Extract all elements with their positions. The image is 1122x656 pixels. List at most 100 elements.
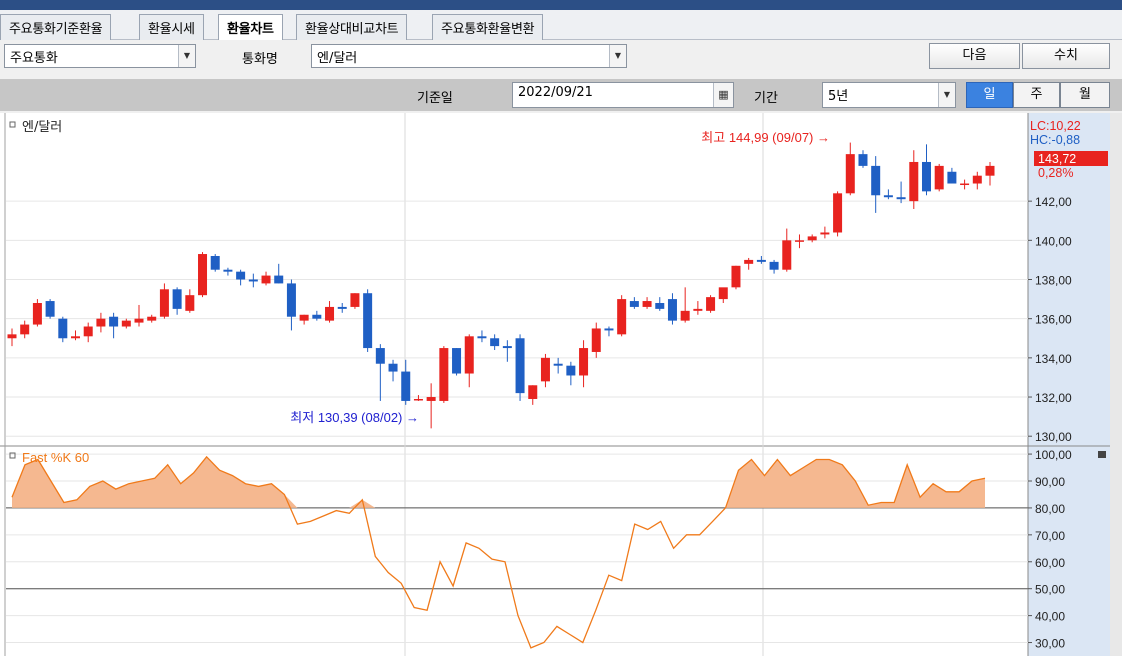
lc-readout: LC:10,22 — [1030, 119, 1081, 133]
candle-body — [32, 303, 42, 325]
candle-body — [7, 334, 17, 339]
y-tick-label: 134,00 — [1035, 352, 1072, 366]
calendar-icon[interactable]: ▦ — [713, 83, 733, 107]
close-pane-icon — [1098, 451, 1106, 458]
candle-body — [604, 328, 614, 331]
chevron-down-icon[interactable]: ▼ — [609, 45, 626, 67]
tab-exchange-quote[interactable]: 환율시세 — [139, 14, 204, 40]
candle-body — [20, 324, 30, 335]
candle-body — [147, 316, 157, 321]
scrollbar-track — [1110, 113, 1122, 656]
candle-body — [286, 283, 296, 317]
candle-body — [350, 293, 360, 307]
candle-body — [185, 295, 195, 311]
candle-body — [629, 301, 639, 307]
candle-body — [464, 336, 474, 374]
candle-body — [909, 161, 919, 202]
date-period-toolbar: 기준일 2022/09/21 ▦ 기간 5년 ▼ 일 주 월 — [0, 79, 1122, 111]
hc-readout: HC:-0,88 — [1030, 133, 1080, 147]
high-annotation: 최고 144,99 (09/07) → — [701, 130, 830, 145]
candle-body — [642, 301, 652, 307]
candle-body — [528, 385, 538, 399]
candle-body — [83, 326, 93, 337]
candle-body — [71, 336, 81, 339]
chart-area: 142,00 140,00 138,00 136,00 134,00 132,00 130,… — [0, 113, 1122, 656]
candle-body — [134, 318, 144, 323]
tab-currency-convert[interactable]: 주요통화환율변환 — [432, 14, 544, 40]
sub-y-tick-label: 90,00 — [1035, 475, 1065, 489]
tab-bar: 주요통화기준환율 환율시세 환율차트 환율상대비교차트 주요통화환율변환 — [0, 10, 1122, 41]
candle-body — [439, 348, 449, 401]
candle-body — [680, 310, 690, 321]
candle-body — [883, 195, 893, 198]
sub-y-tick-label: 50,00 — [1035, 583, 1065, 597]
candle-body — [655, 303, 665, 309]
chart-canvas[interactable]: 142,00 140,00 138,00 136,00 134,00 132,00 130,… — [0, 113, 1122, 656]
candle-body — [921, 161, 931, 192]
candle-body — [985, 165, 995, 176]
change-percent-label: 0,28% — [1038, 166, 1073, 180]
candle-body — [401, 371, 411, 401]
candle-body — [744, 259, 754, 264]
currency-select-value: 엔/달러 — [317, 51, 358, 66]
category-select-value: 주요통화 — [10, 51, 58, 66]
candle-body — [172, 289, 182, 309]
indicator-title: Fast %K 60 — [22, 450, 89, 465]
period-select[interactable]: 5년 ▼ — [822, 82, 956, 108]
chevron-down-icon[interactable]: ▼ — [938, 83, 955, 107]
candle-body — [490, 338, 500, 347]
tab-relative-chart[interactable]: 환율상대비교차트 — [296, 14, 408, 40]
candle-body — [934, 165, 944, 190]
date-input[interactable]: 2022/09/21 ▦ — [512, 82, 734, 108]
candle-body — [363, 293, 373, 349]
low-annotation: 최저 130,39 (08/02) → — [290, 410, 419, 425]
interval-monthly-button[interactable]: 월 — [1060, 82, 1110, 108]
y-tick-label: 136,00 — [1035, 313, 1072, 327]
candle-body — [236, 271, 246, 280]
tab-major-rates[interactable]: 주요통화기준환율 — [0, 14, 112, 40]
date-label: 기준일 — [417, 91, 453, 106]
candle-body — [820, 232, 830, 235]
sub-y-tick-label: 60,00 — [1035, 556, 1065, 570]
interval-weekly-button[interactable]: 주 — [1013, 82, 1060, 108]
candle-body — [210, 255, 220, 270]
candle-body — [261, 275, 271, 284]
candle-body — [769, 261, 779, 270]
selection-toolbar: 주요통화 ▼ 통화명 엔/달러 ▼ 다음 수치 — [0, 40, 1122, 74]
last-price-label: 143,72 — [1038, 152, 1076, 166]
candle-body — [960, 183, 970, 186]
chevron-down-icon[interactable]: ▼ — [178, 45, 195, 67]
candle-body — [477, 336, 487, 339]
interval-daily-button[interactable]: 일 — [966, 82, 1013, 108]
currency-label: 통화명 — [242, 52, 278, 67]
candle-body — [299, 314, 309, 321]
candle-body — [896, 197, 906, 200]
candle-body — [782, 240, 792, 270]
candle-body — [718, 287, 728, 300]
candle-body — [731, 265, 741, 288]
candle-body — [58, 318, 68, 339]
candle-body — [617, 299, 627, 335]
tab-exchange-chart[interactable]: 환율차트 — [218, 14, 283, 41]
candle-body — [807, 236, 817, 241]
candle-body — [274, 275, 284, 284]
candle-body — [794, 240, 804, 242]
candle-body — [871, 165, 881, 196]
numeric-button[interactable]: 수치 — [1022, 43, 1110, 69]
period-select-value: 5년 — [828, 89, 849, 104]
candle-body — [858, 154, 868, 166]
candle-body — [388, 363, 398, 372]
candle-body — [312, 314, 322, 319]
candle-body — [198, 254, 208, 296]
candle-body — [452, 348, 462, 374]
sub-y-tick-label: 70,00 — [1035, 529, 1065, 543]
candle-body — [248, 279, 258, 282]
next-button[interactable]: 다음 — [929, 43, 1020, 69]
candle-body — [426, 397, 436, 401]
category-select[interactable]: 주요통화 ▼ — [4, 44, 196, 68]
candle-body — [553, 363, 563, 366]
candle-body — [45, 301, 55, 317]
sub-y-tick-label: 40,00 — [1035, 610, 1065, 624]
candle-body — [540, 357, 550, 382]
currency-select[interactable]: 엔/달러 ▼ — [311, 44, 627, 68]
